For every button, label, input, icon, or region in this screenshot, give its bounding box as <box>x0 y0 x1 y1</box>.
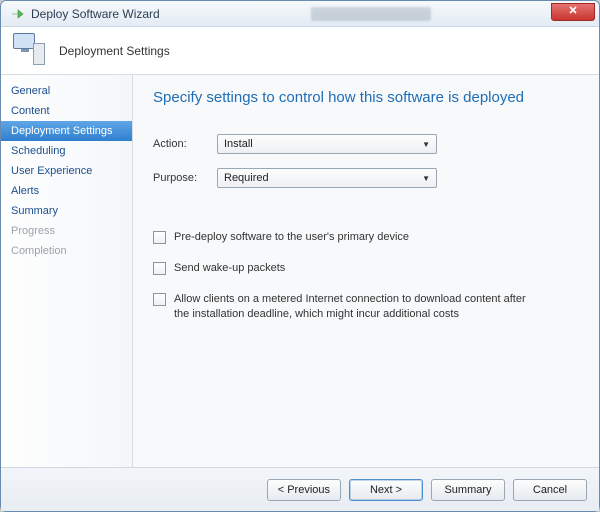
sidebar-item-completion: Completion <box>1 241 132 261</box>
action-label: Action: <box>153 138 217 150</box>
window-title: Deploy Software Wizard <box>31 7 311 21</box>
purpose-combobox[interactable]: Required ▼ <box>217 168 437 188</box>
purpose-label: Purpose: <box>153 172 217 184</box>
close-button[interactable] <box>551 3 595 21</box>
wakeup-row: Send wake-up packets <box>153 261 579 276</box>
wakeup-checkbox[interactable] <box>153 262 166 275</box>
sidebar: General Content Deployment Settings Sche… <box>1 75 133 467</box>
predeploy-row: Pre-deploy software to the user's primar… <box>153 230 579 245</box>
sidebar-item-user-experience[interactable]: User Experience <box>1 161 132 181</box>
sidebar-item-general[interactable]: General <box>1 81 132 101</box>
purpose-value: Required <box>224 172 269 184</box>
chevron-down-icon: ▼ <box>422 140 430 149</box>
wizard-header: Deployment Settings <box>1 27 599 75</box>
main-heading: Specify settings to control how this sof… <box>153 89 579 106</box>
next-button[interactable]: Next > <box>349 479 423 501</box>
action-combobox[interactable]: Install ▼ <box>217 134 437 154</box>
computer-icon <box>13 33 49 69</box>
titlebar-blur-area <box>311 7 431 21</box>
predeploy-label: Pre-deploy software to the user's primar… <box>174 230 409 245</box>
close-icon <box>568 5 578 18</box>
wakeup-label: Send wake-up packets <box>174 261 285 276</box>
main-panel: Specify settings to control how this sof… <box>133 75 599 467</box>
page-title: Deployment Settings <box>59 44 170 58</box>
action-value: Install <box>224 138 253 150</box>
metered-row: Allow clients on a metered Internet conn… <box>153 292 579 322</box>
metered-label: Allow clients on a metered Internet conn… <box>174 292 534 322</box>
predeploy-checkbox[interactable] <box>153 231 166 244</box>
cancel-button[interactable]: Cancel <box>513 479 587 501</box>
sidebar-item-progress: Progress <box>1 221 132 241</box>
chevron-down-icon: ▼ <box>422 174 430 183</box>
titlebar: Deploy Software Wizard <box>1 1 599 27</box>
purpose-row: Purpose: Required ▼ <box>153 168 579 188</box>
summary-button[interactable]: Summary <box>431 479 505 501</box>
sidebar-item-scheduling[interactable]: Scheduling <box>1 141 132 161</box>
previous-button[interactable]: < Previous <box>267 479 341 501</box>
sidebar-item-alerts[interactable]: Alerts <box>1 181 132 201</box>
sidebar-item-summary[interactable]: Summary <box>1 201 132 221</box>
wizard-window: Deploy Software Wizard Deployment Settin… <box>0 0 600 512</box>
action-row: Action: Install ▼ <box>153 134 579 154</box>
checkbox-group: Pre-deploy software to the user's primar… <box>153 230 579 337</box>
metered-checkbox[interactable] <box>153 293 166 306</box>
app-arrow-icon <box>9 6 25 22</box>
wizard-body: General Content Deployment Settings Sche… <box>1 75 599 467</box>
wizard-footer: < Previous Next > Summary Cancel <box>1 467 599 511</box>
sidebar-item-content[interactable]: Content <box>1 101 132 121</box>
sidebar-item-deployment-settings[interactable]: Deployment Settings <box>1 121 132 141</box>
